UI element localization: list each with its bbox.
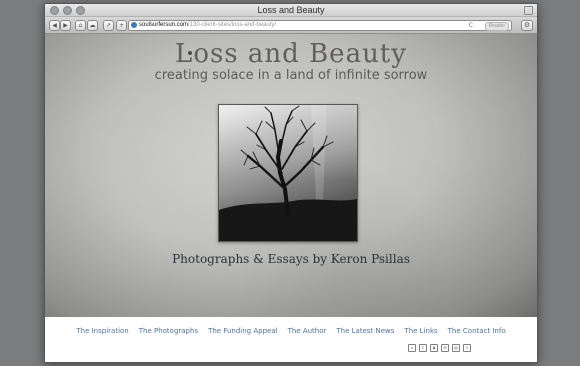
reader-button[interactable]: Reader [484, 22, 509, 31]
url-domain: soulsurfersun.com [139, 22, 189, 28]
fullscreen-icon[interactable] [524, 6, 533, 15]
bookmark-icon[interactable]: ⌂ [75, 20, 86, 31]
cloud-icon[interactable]: ☁ [87, 20, 98, 31]
window-title: Loss and Beauty [257, 5, 325, 15]
nav-the-inspiration[interactable]: The Inspiration [76, 327, 128, 335]
nav-the-contact-info[interactable]: The Contact Info [448, 327, 506, 335]
nav-the-latest-news[interactable]: The Latest News [336, 327, 394, 335]
nav-the-links[interactable]: The Links [404, 327, 437, 335]
social-icons: ⌂ t ♟ ✉ ▤ ⇩ [408, 344, 471, 352]
byline: Photographs & Essays by Keron Psillas [172, 252, 410, 266]
twitter-icon[interactable]: t [419, 344, 427, 352]
url-path: /130-client-sites/loss-and-beauty/ [188, 22, 277, 28]
print-icon[interactable]: ▤ [452, 344, 460, 352]
back-button[interactable]: ◀ [49, 20, 60, 31]
site-title: Loss and Beauty [45, 39, 537, 69]
new-tab-button[interactable]: + [116, 20, 127, 31]
share-icon[interactable]: ♟ [430, 344, 438, 352]
title-ornament [188, 51, 192, 55]
site-subtitle: creating solace in a land of infinite so… [154, 68, 428, 83]
share-button[interactable]: ↗ [103, 20, 114, 31]
download-icon[interactable]: ⇩ [463, 344, 471, 352]
nav-the-author[interactable]: The Author [288, 327, 327, 335]
featured-photo [218, 104, 358, 242]
reload-icon[interactable]: C [469, 21, 473, 30]
browser-toolbar: ◀ ▶ ⌂ ☁ ↗ + soulsurfersun.com/130-client… [45, 17, 537, 34]
footer-nav: The Inspiration The Photographs The Fund… [45, 327, 537, 335]
title-bar: Loss and Beauty [45, 4, 537, 17]
tree-photo [219, 105, 357, 241]
nav-the-funding-appeal[interactable]: The Funding Appeal [208, 327, 277, 335]
rss-icon[interactable]: ⌂ [408, 344, 416, 352]
site-title-text: Loss and Beauty [175, 39, 407, 69]
forward-button[interactable]: ▶ [60, 20, 71, 31]
url-text: soulsurfersun.com/130-client-sites/loss-… [139, 21, 276, 30]
page-content: Loss and Beauty creating solace in a lan… [45, 34, 537, 317]
gear-icon[interactable]: ⚙ [521, 20, 533, 31]
browser-window: Loss and Beauty ◀ ▶ ⌂ ☁ ↗ + soulsurfersu… [44, 3, 538, 363]
mail-icon[interactable]: ✉ [441, 344, 449, 352]
address-bar[interactable]: soulsurfersun.com/130-client-sites/loss-… [128, 20, 512, 31]
site-footer: The Inspiration The Photographs The Fund… [45, 317, 537, 362]
site-icon [131, 22, 137, 28]
nav-the-photographs[interactable]: The Photographs [139, 327, 198, 335]
